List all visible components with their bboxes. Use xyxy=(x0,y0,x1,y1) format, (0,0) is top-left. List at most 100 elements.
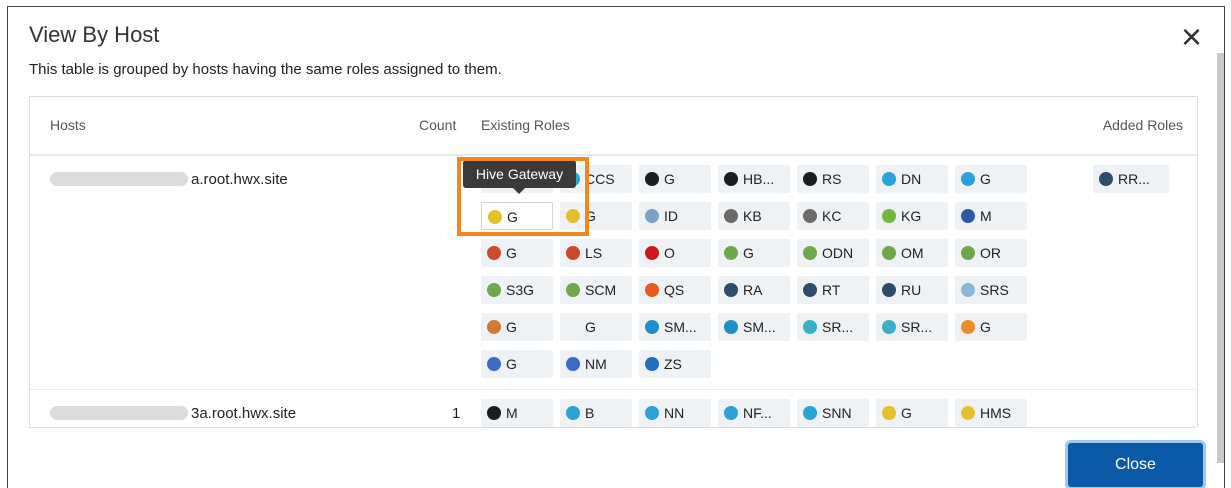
hbase-icon xyxy=(645,172,659,186)
added-role-chip[interactable]: RR... xyxy=(1093,165,1169,193)
role-chip[interactable]: G xyxy=(876,399,948,427)
hive-icon xyxy=(961,406,975,420)
dialog-subtitle: This table is grouped by hosts having th… xyxy=(29,61,502,78)
redacted-host-prefix xyxy=(50,172,188,186)
role-chip[interactable]: B xyxy=(560,399,632,427)
role-chip[interactable]: G xyxy=(481,313,553,341)
role-chip-hive-gateway[interactable]: G xyxy=(481,202,553,230)
role-chip[interactable]: O xyxy=(639,239,711,267)
role-chip[interactable]: SNN xyxy=(797,399,869,427)
hbase-icon xyxy=(724,172,738,186)
role-chip[interactable]: DN xyxy=(876,165,948,193)
dialog-title: View By Host xyxy=(29,22,160,47)
close-icon[interactable]: × xyxy=(1181,19,1202,55)
role-chip[interactable]: KG xyxy=(876,202,948,230)
role-chip[interactable]: NM xyxy=(560,350,632,378)
queue-manager-icon xyxy=(645,283,659,297)
column-header-existing-roles: Existing Roles xyxy=(481,117,570,133)
yarn-icon xyxy=(487,357,501,371)
role-chip[interactable]: M xyxy=(955,202,1027,230)
role-chip[interactable]: G xyxy=(955,313,1027,341)
srm-icon xyxy=(803,320,817,334)
role-chip[interactable]: G xyxy=(481,239,553,267)
role-chip[interactable]: NF... xyxy=(718,399,790,427)
role-chip[interactable]: KC xyxy=(797,202,869,230)
role-chip[interactable]: RS xyxy=(797,165,869,193)
srm-icon xyxy=(882,320,896,334)
oozie-icon xyxy=(645,246,659,260)
role-chip[interactable]: OR xyxy=(955,239,1027,267)
role-chip[interactable]: RU xyxy=(876,276,948,304)
hdfs-icon xyxy=(724,406,738,420)
role-chip[interactable]: RT xyxy=(797,276,869,304)
yarn-icon xyxy=(566,357,580,371)
loghub-icon xyxy=(566,246,580,260)
table-row: a.root.hwx.site CCS G HB... RS DN G G G … xyxy=(30,156,1197,390)
role-chip[interactable]: KB xyxy=(718,202,790,230)
role-chip[interactable]: SRS xyxy=(955,276,1027,304)
role-chip[interactable]: RA xyxy=(718,276,790,304)
role-chip[interactable]: QS xyxy=(639,276,711,304)
hdfs-icon xyxy=(566,406,580,420)
kafka-icon xyxy=(803,209,817,223)
table-bottom-border xyxy=(29,427,1196,428)
hbase-icon xyxy=(803,172,817,186)
role-chip[interactable]: ODN xyxy=(797,239,869,267)
host-name: a.root.hwx.site xyxy=(50,171,288,188)
role-chip[interactable]: ZS xyxy=(639,350,711,378)
hive-icon xyxy=(488,210,502,224)
ozone-icon xyxy=(566,283,580,297)
hdfs-icon xyxy=(882,172,896,186)
role-chip[interactable]: HB... xyxy=(718,165,790,193)
table-header: Hosts Count Existing Roles Added Roles xyxy=(30,97,1197,156)
zookeeper-icon xyxy=(645,357,659,371)
role-chip[interactable]: SM... xyxy=(718,313,790,341)
ozone-icon xyxy=(487,283,501,297)
sqoop-icon xyxy=(961,320,975,334)
host-name: 3a.root.hwx.site xyxy=(50,405,296,422)
role-chip[interactable]: SR... xyxy=(797,313,869,341)
hdfs-icon xyxy=(645,406,659,420)
smm-icon xyxy=(724,320,738,334)
hdfs-icon xyxy=(961,172,975,186)
role-chip[interactable]: G xyxy=(718,239,790,267)
ozone-icon xyxy=(803,246,817,260)
role-chip[interactable]: G xyxy=(639,165,711,193)
hbase-icon xyxy=(487,406,501,420)
redacted-host-prefix xyxy=(50,406,188,420)
role-chip[interactable]: S3G xyxy=(481,276,553,304)
role-chip[interactable]: OM xyxy=(876,239,948,267)
table-row: 3a.root.hwx.site 1 M B NN NF... SNN G HM… xyxy=(30,390,1197,427)
role-chip[interactable]: G xyxy=(560,313,632,341)
role-chip[interactable]: SCM xyxy=(560,276,632,304)
role-chip[interactable]: NN xyxy=(639,399,711,427)
role-chip[interactable]: LS xyxy=(560,239,632,267)
role-chip[interactable]: ID xyxy=(639,202,711,230)
tooltip: Hive Gateway xyxy=(463,160,576,194)
role-chip[interactable]: G xyxy=(481,350,553,378)
hdfs-icon xyxy=(803,406,817,420)
hive-icon xyxy=(566,209,580,223)
column-header-count: Count xyxy=(419,117,457,133)
role-chip[interactable]: M xyxy=(481,399,553,427)
role-chip[interactable]: SR... xyxy=(876,313,948,341)
ranger-icon xyxy=(803,283,817,297)
ozone-icon xyxy=(882,246,896,260)
id-broker-icon xyxy=(645,209,659,223)
scrollbar[interactable] xyxy=(1217,53,1224,463)
spark-icon xyxy=(487,320,501,334)
blank-icon xyxy=(566,320,580,334)
knox-icon xyxy=(882,209,896,223)
kafka-icon xyxy=(724,209,738,223)
close-button[interactable]: Close xyxy=(1068,443,1203,487)
role-chip[interactable]: G xyxy=(955,165,1027,193)
ozone-icon xyxy=(724,246,738,260)
host-count: 1 xyxy=(452,405,461,422)
ranger-icon xyxy=(1099,172,1113,186)
role-chip[interactable]: G xyxy=(560,202,632,230)
role-chip[interactable]: SM... xyxy=(639,313,711,341)
role-chip[interactable]: HMS xyxy=(955,399,1027,427)
livy-icon xyxy=(961,209,975,223)
hive-icon xyxy=(882,406,896,420)
ozone-icon xyxy=(961,246,975,260)
